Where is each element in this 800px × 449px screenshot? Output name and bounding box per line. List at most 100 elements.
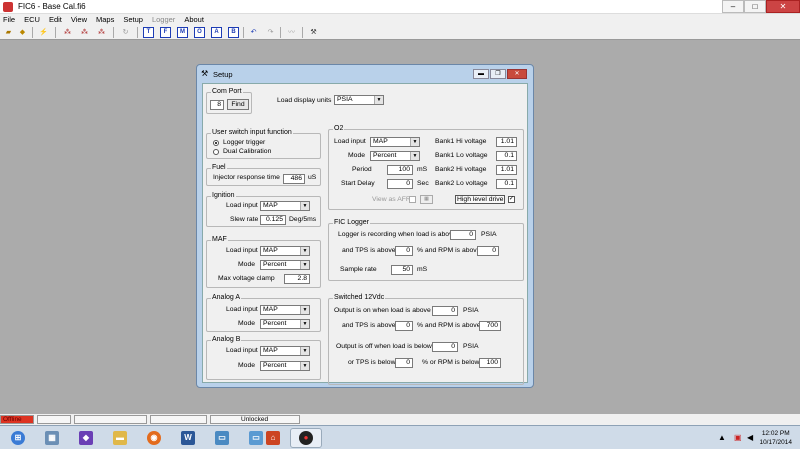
- map-tool-2-icon[interactable]: ⁂: [79, 27, 90, 38]
- taskbar-fic6[interactable]: ●: [290, 428, 322, 448]
- window-controls: – □ ✕: [722, 0, 800, 13]
- menu-ecu[interactable]: ECU: [24, 14, 40, 25]
- output-off-rpm-input[interactable]: 100: [479, 358, 501, 368]
- taskbar-visual-studio[interactable]: ◆: [70, 428, 102, 448]
- network-status-icon[interactable]: ▣: [734, 433, 742, 442]
- taskbar-word[interactable]: W: [172, 428, 204, 448]
- status-panel-4: [150, 415, 207, 424]
- menu-file[interactable]: File: [3, 14, 15, 25]
- dialog-restore-button[interactable]: ❐: [490, 69, 506, 79]
- table-f-button[interactable]: F: [160, 27, 171, 38]
- fuel-group: Fuel Injector response time 486 uS: [206, 164, 321, 186]
- undo-icon[interactable]: ↶: [248, 27, 259, 38]
- injector-response-input[interactable]: 486: [283, 174, 305, 184]
- ignition-load-label: Load input: [226, 202, 258, 209]
- redo-icon[interactable]: ↷: [265, 27, 276, 38]
- analog-b-mode-select[interactable]: Percent ▼: [260, 361, 310, 371]
- taskbar-acrobat[interactable]: ⌂: [257, 428, 289, 448]
- output-off-label: Output is off when load is below: [336, 343, 432, 350]
- view-as-afr-checkbox[interactable]: [409, 196, 416, 203]
- o2-period-input[interactable]: 100: [387, 165, 413, 175]
- logger-load-input[interactable]: 0: [450, 230, 476, 240]
- maf-legend: MAF: [211, 236, 228, 243]
- output-off-input[interactable]: 0: [432, 342, 458, 352]
- bank1-hi-input[interactable]: 1.01: [496, 137, 517, 147]
- logger-trigger-radio[interactable]: [213, 140, 219, 146]
- table-t-button[interactable]: T: [143, 27, 154, 38]
- load-units-select[interactable]: PSIA ▼: [334, 95, 384, 105]
- o2-load-select[interactable]: MAP ▼: [370, 137, 420, 147]
- ecu-connect-icon[interactable]: ⚡: [38, 27, 49, 38]
- taskbar-firefox[interactable]: ◉: [138, 428, 170, 448]
- high-level-drive-checkbox[interactable]: ✓: [508, 196, 515, 203]
- refresh-icon[interactable]: ↻: [120, 27, 131, 38]
- output-on-unit: PSIA: [463, 307, 479, 314]
- dialog-minimize-button[interactable]: ▬: [473, 69, 489, 79]
- analog-a-load-select[interactable]: MAP ▼: [260, 305, 310, 315]
- injector-response-unit: uS: [308, 174, 317, 181]
- table-b-button[interactable]: B: [228, 27, 239, 38]
- map-tool-1-icon[interactable]: ⁂: [62, 27, 73, 38]
- menu-about[interactable]: About: [184, 14, 204, 25]
- table-m-button[interactable]: M: [177, 27, 188, 38]
- maf-load-select[interactable]: MAP ▼: [260, 246, 310, 256]
- maf-mode-select[interactable]: Percent ▼: [260, 260, 310, 270]
- analog-b-legend: Analog B: [211, 336, 242, 343]
- tray-expand-icon[interactable]: ▲: [718, 433, 726, 442]
- max-voltage-clamp-input[interactable]: 2.8: [284, 274, 310, 284]
- menu-edit[interactable]: Edit: [49, 14, 62, 25]
- bank2-lo-input[interactable]: 0.1: [496, 179, 517, 189]
- logger-rpm-input[interactable]: 0: [477, 246, 499, 256]
- lock-status: Unlocked: [210, 415, 300, 424]
- taskbar-remote-desktop[interactable]: ▭: [206, 428, 238, 448]
- find-button[interactable]: Find: [227, 99, 249, 110]
- open-icon[interactable]: ▰: [3, 27, 14, 38]
- taskbar-file-explorer[interactable]: ▬: [104, 428, 136, 448]
- output-on-input[interactable]: 0: [432, 306, 458, 316]
- menu-setup[interactable]: Setup: [123, 14, 143, 25]
- firefox-icon: ◉: [147, 431, 161, 445]
- menu-maps[interactable]: Maps: [96, 14, 114, 25]
- o2-start-delay-input[interactable]: 0: [387, 179, 413, 189]
- close-button[interactable]: ✕: [766, 0, 800, 13]
- table-a-button[interactable]: A: [211, 27, 222, 38]
- logger-tps-input[interactable]: 0: [395, 246, 413, 256]
- link-icon[interactable]: 〰: [286, 27, 297, 38]
- maximize-button[interactable]: □: [744, 0, 766, 13]
- analog-b-load-select[interactable]: MAP ▼: [260, 346, 310, 356]
- output-on-tps-input[interactable]: 0: [395, 321, 413, 331]
- high-level-drive-label: High level drive: [455, 195, 506, 204]
- comport-input[interactable]: 8: [210, 100, 224, 110]
- slew-rate-input[interactable]: 0.125: [260, 215, 286, 225]
- start-button[interactable]: ⊞: [2, 428, 34, 448]
- sample-rate-input[interactable]: 50: [391, 265, 413, 275]
- volume-icon[interactable]: ◀: [747, 433, 753, 442]
- dialog-close-button[interactable]: ✕: [507, 69, 527, 79]
- ignition-group: Ignition Load input MAP ▼ Slew rate 0.125…: [206, 192, 321, 227]
- switched-12vdc-legend: Switched 12Vdc: [333, 294, 386, 301]
- minimize-button[interactable]: –: [722, 0, 744, 13]
- o2-period-unit: mS: [417, 166, 428, 173]
- analog-a-mode-select[interactable]: Percent ▼: [260, 319, 310, 329]
- map-tool-3-icon[interactable]: ⁂: [96, 27, 107, 38]
- tools-icon[interactable]: ⚒: [308, 27, 319, 38]
- maf-load-value: MAP: [263, 247, 278, 254]
- menu-view[interactable]: View: [71, 14, 87, 25]
- taskbar-calculator[interactable]: ▦: [36, 428, 68, 448]
- ignition-load-select[interactable]: MAP ▼: [260, 201, 310, 211]
- bank1-lo-input[interactable]: 0.1: [496, 151, 517, 161]
- output-off-tps-input[interactable]: 0: [395, 358, 413, 368]
- menu-logger[interactable]: Logger: [152, 14, 175, 25]
- fic-logger-group: FIC Logger Logger is recording when load…: [328, 219, 524, 281]
- afr-settings-icon[interactable]: ▦: [420, 195, 433, 204]
- bank2-hi-input[interactable]: 1.01: [496, 165, 517, 175]
- dual-calibration-radio[interactable]: [213, 149, 219, 155]
- o2-mode-select[interactable]: Percent ▼: [370, 151, 420, 161]
- table-o-button[interactable]: O: [194, 27, 205, 38]
- dialog-controls: ▬ ❐ ✕: [473, 69, 527, 79]
- status-panel-3: [74, 415, 147, 424]
- save-icon[interactable]: ◆: [17, 27, 28, 38]
- output-on-rpm-input[interactable]: 700: [479, 321, 501, 331]
- system-clock[interactable]: 12:02 PM 10/17/2014: [759, 429, 792, 447]
- bank1-hi-label: Bank1 Hi voltage: [435, 138, 487, 145]
